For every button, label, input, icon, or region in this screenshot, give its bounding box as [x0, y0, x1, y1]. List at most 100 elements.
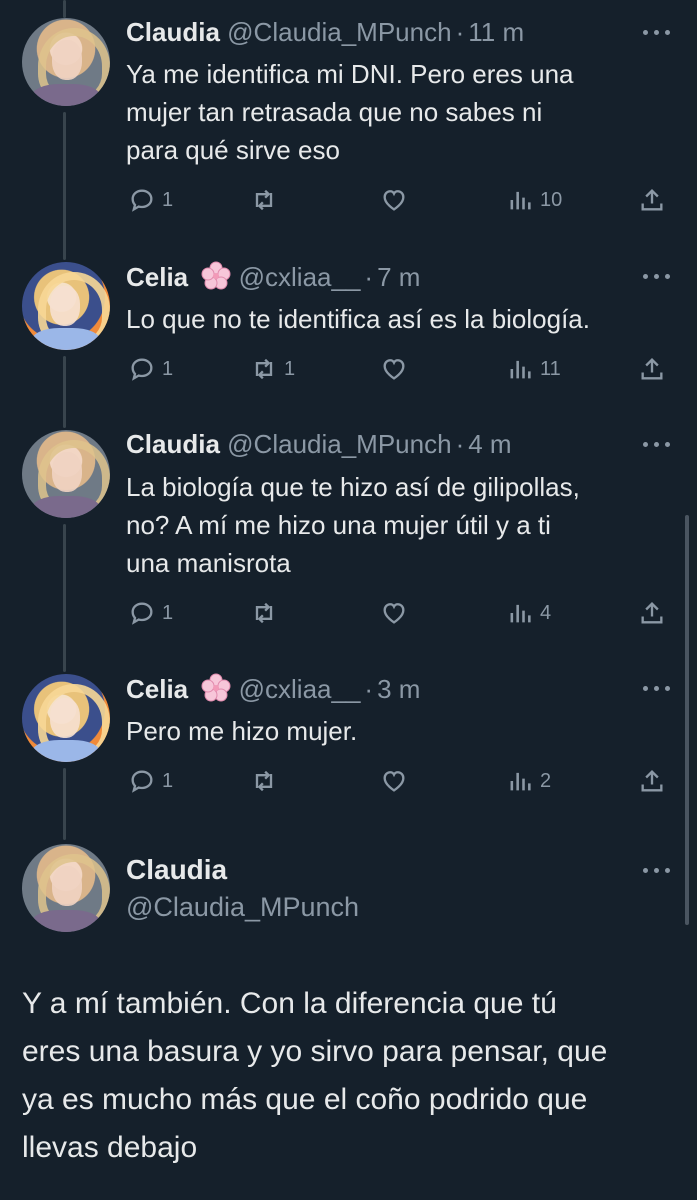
author-name[interactable]: Claudia [126, 17, 220, 47]
reply-count: 1 [162, 357, 174, 380]
tweet-text: La biología que te hizo así de gilipolla… [126, 468, 666, 582]
like-button[interactable] [380, 596, 414, 630]
like-button[interactable] [380, 183, 414, 217]
text-line: Ya me identifica mi DNI. Pero eres una [126, 59, 574, 89]
text-line: llevas debajo [22, 1131, 198, 1164]
like-icon [383, 359, 405, 380]
text-line: mujer tan retrasada que no sabes ni [126, 97, 543, 127]
scrollbar[interactable] [685, 515, 689, 925]
reply-button[interactable]: 1 [128, 764, 173, 798]
tweet-text: Ya me identifica mi DNI. Pero eres una m… [126, 55, 666, 169]
more-icon[interactable] [643, 868, 671, 876]
avatar[interactable] [22, 262, 110, 350]
thread-line [63, 768, 66, 840]
retweet-button[interactable] [250, 764, 284, 798]
share-button[interactable] [638, 352, 666, 386]
share-icon [641, 770, 663, 792]
views-icon [510, 360, 531, 379]
avatar[interactable] [22, 18, 110, 106]
share-button[interactable] [638, 596, 666, 630]
retweet-count: 1 [284, 357, 296, 380]
retweet-icon [255, 189, 273, 211]
like-button[interactable] [380, 764, 414, 798]
views-count: 4 [540, 601, 552, 624]
author-handle[interactable]: @Claudia_MPunch [227, 17, 451, 47]
text-line: no? A mí me hizo una mujer útil y a ti [126, 510, 551, 540]
reply-button[interactable]: 1 [128, 183, 173, 217]
retweet-button[interactable]: 1 [250, 352, 295, 386]
tweet-text: Pero me hizo mujer. [126, 712, 666, 750]
reply-count: 1 [162, 769, 174, 792]
reply-icon [131, 602, 153, 625]
reply-count: 1 [162, 188, 174, 211]
separator-dot: · [364, 262, 374, 292]
action-bar: 1 10 [126, 183, 676, 217]
tweet-header: Claudia @Claudia_MPunch · 11 m [126, 17, 524, 48]
views-icon [510, 604, 531, 623]
cherry-blossom-icon [201, 261, 231, 290]
thread-line [63, 356, 66, 428]
views-button[interactable]: 11 [506, 352, 561, 386]
views-count: 11 [540, 357, 561, 380]
avatar[interactable] [22, 430, 110, 518]
text-line: Pero me hizo mujer. [126, 716, 358, 746]
author-name[interactable]: Celia [126, 674, 188, 704]
cherry-blossom-icon [201, 673, 231, 702]
views-button[interactable]: 2 [506, 764, 551, 798]
timestamp[interactable]: 3 m [377, 674, 420, 704]
action-bar: 1 4 [126, 596, 676, 630]
author-name[interactable]: Claudia [126, 429, 220, 459]
share-button[interactable] [638, 183, 666, 217]
share-icon [641, 189, 663, 211]
retweet-icon [255, 358, 273, 380]
action-bar: 1 1 11 [126, 352, 676, 386]
timestamp[interactable]: 4 m [468, 429, 511, 459]
reply-icon [131, 189, 153, 212]
views-icon [510, 191, 531, 210]
separator-dot: · [455, 429, 465, 459]
views-count: 10 [540, 188, 563, 211]
text-line: una manisrota [126, 548, 291, 578]
timestamp[interactable]: 11 m [468, 17, 524, 47]
avatar[interactable] [22, 844, 110, 932]
views-icon [510, 772, 531, 791]
reply-icon [131, 770, 153, 793]
like-icon [383, 603, 405, 624]
tweet-header: Celia @cxliaa__ · 7 m [126, 261, 420, 293]
more-icon[interactable] [643, 274, 671, 282]
views-button[interactable]: 10 [506, 183, 562, 217]
more-icon[interactable] [643, 442, 671, 450]
thread-line [63, 112, 66, 260]
like-icon [383, 190, 405, 211]
avatar[interactable] [22, 674, 110, 762]
retweet-button[interactable] [250, 183, 284, 217]
reply-button[interactable]: 1 [128, 596, 173, 630]
thread-line [63, 524, 66, 672]
views-count: 2 [540, 769, 552, 792]
text-line: Lo que no te identifica así es la biolog… [126, 304, 590, 334]
more-icon[interactable] [643, 686, 671, 694]
reply-count: 1 [162, 601, 174, 624]
views-button[interactable]: 4 [506, 596, 551, 630]
text-line: para qué sirve eso [126, 135, 340, 165]
more-icon[interactable] [643, 30, 671, 38]
author-handle[interactable]: @Claudia_MPunch [227, 429, 451, 459]
author-name[interactable]: Claudia [126, 854, 227, 886]
timestamp[interactable]: 7 m [377, 262, 420, 292]
text-line: La biología que te hizo así de gilipolla… [126, 472, 580, 502]
author-name[interactable]: Celia [126, 262, 188, 292]
like-button[interactable] [380, 352, 414, 386]
separator-dot: · [364, 674, 374, 704]
author-handle[interactable]: @Claudia_MPunch [126, 892, 359, 923]
retweet-icon [255, 770, 273, 792]
author-handle[interactable]: @cxliaa__ [239, 674, 361, 704]
reply-icon [131, 358, 153, 381]
retweet-icon [255, 602, 273, 624]
text-line: ya es mucho más que el coño podrido que [22, 1083, 588, 1116]
retweet-button[interactable] [250, 596, 284, 630]
share-button[interactable] [638, 764, 666, 798]
author-handle[interactable]: @cxliaa__ [239, 262, 361, 292]
reply-button[interactable]: 1 [128, 352, 173, 386]
text-line: eres una basura y yo sirvo para pensar, … [22, 1035, 608, 1068]
thread-line [63, 0, 66, 18]
